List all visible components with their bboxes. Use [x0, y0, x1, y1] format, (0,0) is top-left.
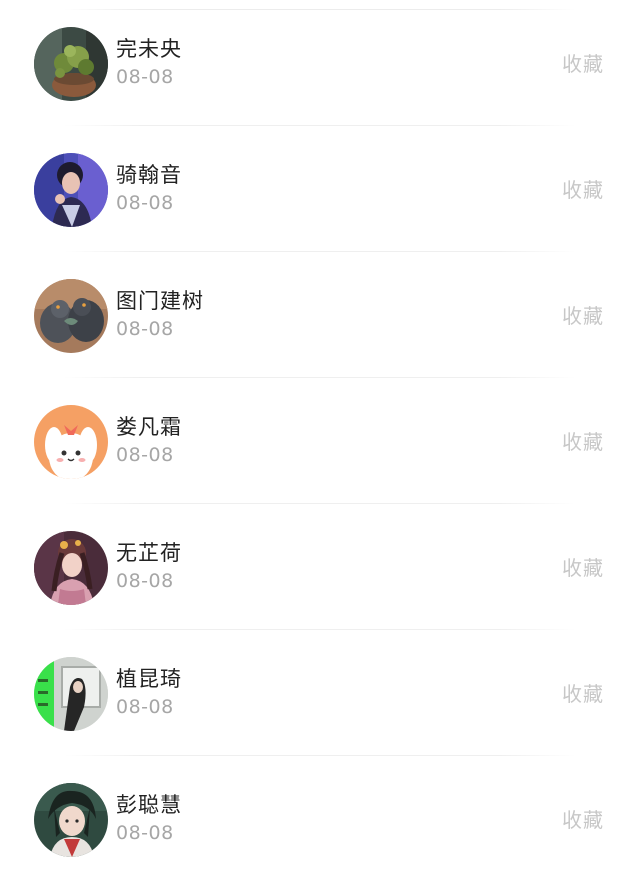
contact-date: 08-08 [116, 822, 174, 844]
collect-button[interactable]: 收藏 [562, 50, 604, 78]
collect-button[interactable]: 收藏 [562, 554, 604, 582]
collect-button[interactable]: 收藏 [562, 428, 604, 456]
anime-girl-avatar-icon [34, 531, 108, 605]
avatar[interactable] [34, 405, 108, 479]
collect-button[interactable]: 收藏 [562, 176, 604, 204]
contact-date: 08-08 [116, 570, 174, 592]
pigeons-avatar-icon [34, 279, 108, 353]
girl-portrait-avatar-icon [34, 153, 108, 227]
avatar[interactable] [34, 783, 108, 857]
contact-name: 骑翰音 [116, 163, 182, 187]
cartoon-bunny-avatar-icon [34, 405, 108, 479]
list-item[interactable]: 图门建树 08-08 收藏 [0, 252, 640, 378]
avatar[interactable] [34, 657, 108, 731]
contact-name: 无芷荷 [116, 541, 182, 565]
list-item[interactable]: 娄凡霜 08-08 收藏 [0, 378, 640, 504]
avatar[interactable] [34, 279, 108, 353]
contact-name: 植昆琦 [116, 667, 182, 691]
contact-name: 图门建树 [116, 289, 204, 313]
contact-name: 彭聪慧 [116, 793, 182, 817]
collect-button[interactable]: 收藏 [562, 302, 604, 330]
contact-date: 08-08 [116, 696, 174, 718]
contact-name: 娄凡霜 [116, 415, 182, 439]
list-item[interactable]: 植昆琦 08-08 收藏 [0, 630, 640, 756]
list-item[interactable]: 完未央 08-08 收藏 [0, 0, 640, 126]
contact-list: 完未央 08-08 收藏 骑翰音 08-08 收藏 图门建树 08-08 收藏 … [0, 0, 640, 876]
avatar[interactable] [34, 27, 108, 101]
contact-date: 08-08 [116, 192, 174, 214]
contact-date: 08-08 [116, 318, 174, 340]
list-item[interactable]: 无芷荷 08-08 收藏 [0, 504, 640, 630]
anime-boy-avatar-icon [34, 783, 108, 857]
avatar[interactable] [34, 153, 108, 227]
avatar[interactable] [34, 531, 108, 605]
window-girl-avatar-icon [34, 657, 108, 731]
contact-name: 完未央 [116, 37, 182, 61]
list-item[interactable]: 骑翰音 08-08 收藏 [0, 126, 640, 252]
contact-date: 08-08 [116, 444, 174, 466]
collect-button[interactable]: 收藏 [562, 680, 604, 708]
collect-button[interactable]: 收藏 [562, 806, 604, 834]
contact-date: 08-08 [116, 66, 174, 88]
potted-plant-avatar-icon [34, 27, 108, 101]
list-item[interactable]: 彭聪慧 08-08 收藏 [0, 756, 640, 882]
